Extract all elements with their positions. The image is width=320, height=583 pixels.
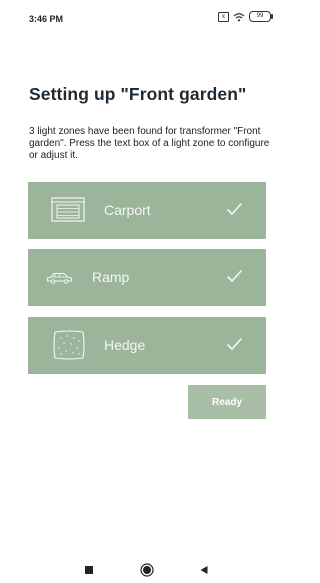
check-icon	[226, 269, 243, 283]
zone-label: Hedge	[104, 337, 146, 353]
description-text: 3 light zones have been found for transf…	[29, 126, 270, 161]
zone-label: Ramp	[92, 269, 130, 285]
page-title: Setting up "Front garden"	[29, 84, 247, 104]
sim-card-icon: x	[218, 11, 229, 22]
wifi-icon	[233, 12, 245, 21]
zone-item-hedge[interactable]: Hedge	[28, 317, 266, 374]
zone-item-carport[interactable]: Carport	[28, 182, 266, 239]
recent-apps-icon[interactable]	[84, 565, 94, 575]
navigation-bar	[0, 556, 281, 583]
check-icon	[226, 202, 243, 216]
car-icon	[47, 273, 72, 284]
status-icons: x 99	[218, 11, 273, 22]
zone-label: Carport	[104, 202, 151, 218]
zone-item-ramp[interactable]: Ramp	[28, 249, 266, 306]
home-icon[interactable]	[140, 563, 154, 577]
carport-icon	[51, 197, 85, 222]
hedge-icon	[53, 330, 85, 360]
check-icon	[226, 337, 243, 351]
battery-icon: 99	[249, 11, 273, 22]
status-time: 3:46 PM	[29, 14, 64, 24]
status-bar: 3:46 PM x 99	[0, 0, 281, 34]
back-icon[interactable]	[199, 565, 209, 575]
ready-button[interactable]: Ready	[188, 385, 266, 419]
